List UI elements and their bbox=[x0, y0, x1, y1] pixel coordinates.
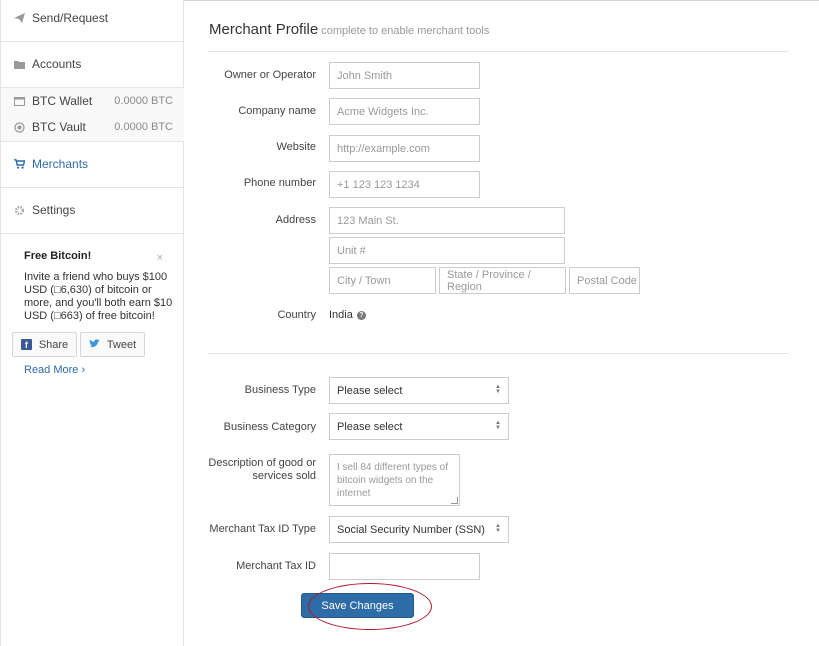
company-input[interactable]: Acme Widgets Inc. bbox=[329, 98, 480, 125]
vault-icon bbox=[13, 121, 25, 133]
company-label: Company name bbox=[238, 105, 316, 117]
twitter-icon bbox=[88, 338, 100, 351]
tweet-label: Tweet bbox=[106, 338, 137, 351]
phone-input[interactable]: +1 123 123 1234 bbox=[329, 171, 480, 198]
business-type-select[interactable]: Please select ▲ ▼ bbox=[329, 377, 509, 404]
divider bbox=[1, 187, 184, 188]
website-label: Website bbox=[276, 141, 316, 153]
read-more-link[interactable]: Read More › bbox=[24, 364, 85, 376]
description-label-line2: services sold bbox=[252, 470, 316, 482]
tax-id-type-select[interactable]: Social Security Number (SSN) ▲ ▼ bbox=[329, 516, 509, 543]
folder-icon bbox=[13, 58, 25, 70]
state-input[interactable]: State / Province / Region bbox=[439, 267, 566, 294]
divider bbox=[1, 141, 184, 142]
resize-grip-icon[interactable] bbox=[451, 497, 458, 504]
promo-title: Free Bitcoin! bbox=[24, 250, 92, 262]
updown-caret-icon: ▲ ▼ bbox=[495, 420, 501, 431]
vault-balance: 0.0000 BTC bbox=[114, 121, 173, 133]
main-content: Merchant Profile complete to enable merch… bbox=[184, 0, 819, 646]
divider bbox=[1, 41, 184, 42]
tax-id-input[interactable] bbox=[329, 553, 480, 580]
page-subtitle: complete to enable merchant tools bbox=[321, 25, 490, 37]
business-type-label: Business Type bbox=[244, 384, 316, 396]
close-icon[interactable]: × bbox=[157, 252, 163, 264]
country-text: India bbox=[329, 309, 353, 321]
promo-box: Free Bitcoin! × Invite a friend who buys… bbox=[13, 250, 173, 323]
divider bbox=[1, 233, 184, 234]
title-divider bbox=[208, 51, 789, 52]
help-icon[interactable]: ? bbox=[356, 310, 366, 320]
sidebar-item-merchants[interactable]: Merchants bbox=[1, 154, 184, 174]
twitter-tweet-button[interactable]: Tweet bbox=[80, 332, 145, 357]
phone-label: Phone number bbox=[243, 177, 316, 189]
sidebar-item-settings[interactable]: Settings bbox=[1, 200, 184, 220]
sidebar-item-accounts[interactable]: Accounts bbox=[1, 54, 184, 74]
description-placeholder: I sell 84 different types of bitcoin wid… bbox=[337, 462, 448, 499]
business-category-value: Please select bbox=[337, 420, 403, 433]
business-category-select[interactable]: Please select ▲ ▼ bbox=[329, 413, 509, 440]
page-title: Merchant Profile complete to enable merch… bbox=[209, 21, 489, 38]
paper-plane-icon bbox=[13, 12, 25, 24]
address-line1-input[interactable]: 123 Main St. bbox=[329, 207, 565, 234]
page-title-text: Merchant Profile bbox=[209, 21, 319, 38]
cart-icon bbox=[13, 158, 25, 170]
sidebar: Send/Request Accounts BTC Wallet 0.0000 … bbox=[0, 0, 184, 646]
description-label: Description of good or services sold bbox=[184, 457, 316, 483]
facebook-icon: f bbox=[20, 339, 32, 350]
business-category-label: Business Category bbox=[223, 421, 316, 433]
sidebar-item-label: Settings bbox=[32, 203, 76, 217]
share-label: Share bbox=[38, 338, 69, 351]
description-textarea[interactable]: I sell 84 different types of bitcoin wid… bbox=[329, 454, 460, 506]
business-type-value: Please select bbox=[337, 384, 403, 397]
divider bbox=[1, 87, 184, 88]
owner-input[interactable]: John Smith bbox=[329, 62, 480, 89]
sidebar-item-label: Send/Request bbox=[32, 11, 109, 25]
share-buttons: f Share Tweet bbox=[12, 332, 148, 357]
annotation-highlight-ellipse bbox=[308, 583, 432, 630]
tax-id-type-label: Merchant Tax ID Type bbox=[209, 523, 316, 535]
website-input[interactable]: http://example.com bbox=[329, 135, 480, 162]
sidebar-item-btc-wallet[interactable]: BTC Wallet 0.0000 BTC bbox=[1, 91, 184, 111]
gear-icon bbox=[13, 204, 25, 216]
sidebar-item-label: Merchants bbox=[32, 157, 89, 171]
city-input[interactable]: City / Town bbox=[329, 267, 436, 294]
tax-id-type-value: Social Security Number (SSN) bbox=[337, 523, 485, 536]
address-line2-input[interactable]: Unit # bbox=[329, 237, 565, 264]
sidebar-item-label: BTC Vault bbox=[32, 120, 86, 134]
sidebar-item-label: BTC Wallet bbox=[32, 94, 93, 108]
facebook-share-button[interactable]: f Share bbox=[12, 332, 77, 357]
owner-label: Owner or Operator bbox=[224, 69, 316, 81]
updown-caret-icon: ▲ ▼ bbox=[495, 384, 501, 395]
country-label: Country bbox=[277, 309, 316, 321]
updown-caret-icon: ▲ ▼ bbox=[495, 523, 501, 534]
address-label: Address bbox=[275, 214, 316, 226]
sidebar-item-label: Accounts bbox=[32, 57, 82, 71]
postal-code-input[interactable]: Postal Code bbox=[569, 267, 640, 294]
country-value: India ? bbox=[329, 309, 366, 321]
sidebar-item-btc-vault[interactable]: BTC Vault 0.0000 BTC bbox=[1, 117, 184, 137]
section-divider bbox=[208, 353, 789, 354]
wallet-icon bbox=[13, 95, 25, 107]
wallet-balance: 0.0000 BTC bbox=[114, 95, 173, 107]
sidebar-item-send-request[interactable]: Send/Request bbox=[1, 8, 184, 28]
promo-text: Invite a friend who buys $100 USD (□6,63… bbox=[24, 271, 173, 322]
description-label-line1: Description of good or bbox=[208, 457, 316, 469]
tax-id-label: Merchant Tax ID bbox=[236, 560, 316, 572]
